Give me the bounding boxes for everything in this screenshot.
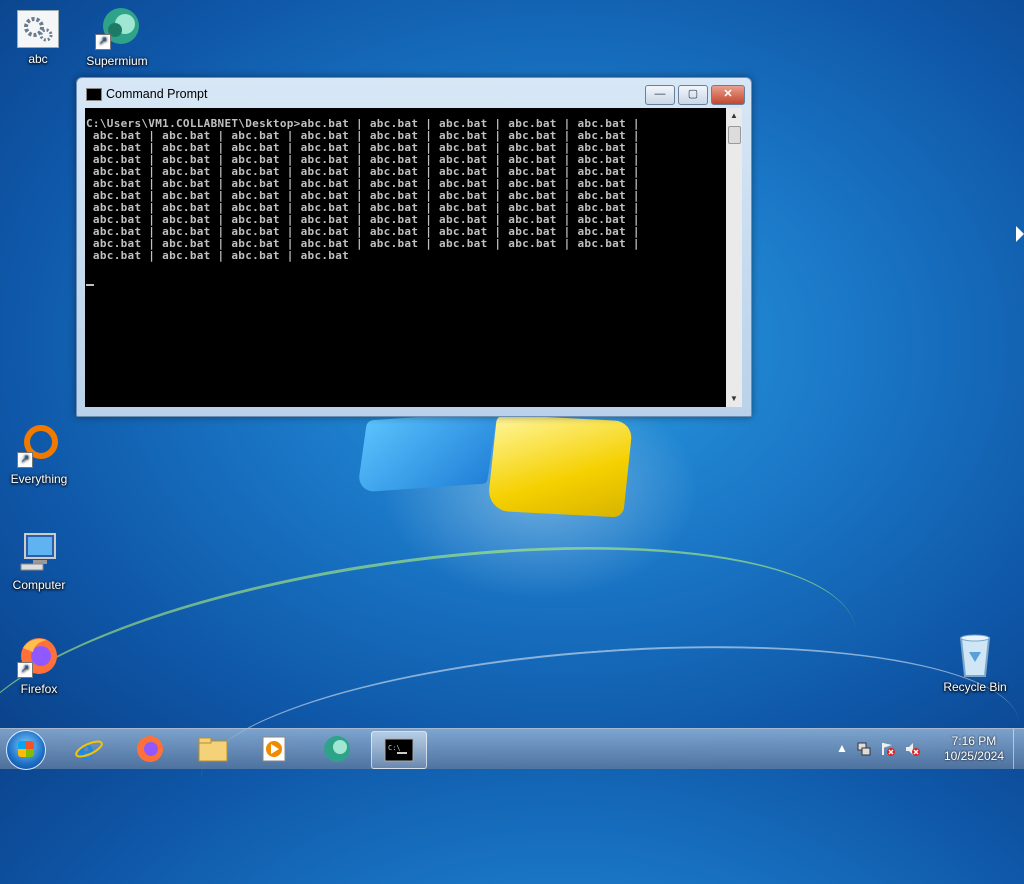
console-output[interactable]: C:\Users\VM1.COLLABNET\Desktop>abc.bat |… [85,108,726,407]
show-desktop-button[interactable] [1013,729,1024,769]
batch-file-icon [17,10,59,48]
desktop-icon-label: Everything [10,472,68,486]
network-icon[interactable] [856,741,872,757]
scroll-down-arrow-icon[interactable]: ▼ [726,391,742,407]
mouse-pointer-icon [1016,226,1024,242]
computer-icon [17,530,61,574]
minimize-button[interactable]: — [645,85,675,105]
desktop-icon-label: abc [28,52,48,66]
cmd-icon [86,88,102,101]
scroll-up-arrow-icon[interactable]: ▲ [726,108,742,124]
vertical-scrollbar[interactable]: ▲ ▼ [726,108,742,407]
desktop-icon-everything[interactable]: ↗ Everything [1,424,77,486]
firefox-icon [135,735,165,763]
shortcut-arrow-icon: ↗ [17,452,33,468]
console-line: abc.bat | abc.bat | abc.bat | abc.bat [86,249,350,262]
shortcut-arrow-icon: ↗ [95,34,111,50]
cmd-icon: C:\ [384,736,414,764]
desktop-icon-computer[interactable]: Computer [1,530,77,592]
text-cursor [86,284,94,286]
window-title: Command Prompt [106,87,208,101]
supermium-icon [322,735,352,763]
system-tray: ▲ 7:16 PM 10/25/2024 [834,729,1024,769]
action-center-icon[interactable] [880,741,896,757]
command-prompt-window[interactable]: Command Prompt — ▢ ✕ C:\Users\VM1.COLLAB… [76,77,752,417]
desktop-icon-supermium[interactable]: ↗ Supermium [79,6,155,68]
desktop-icon-firefox[interactable]: ↗ Firefox [1,634,77,696]
taskbar-item-media-player[interactable] [247,731,301,767]
console-text: C:\Users\VM1.COLLABNET\Desktop>abc.bat |… [85,108,726,286]
supermium-icon: ↗ [95,6,139,50]
desktop-icon-label: Recycle Bin [943,680,1007,694]
wallpaper-logo-blue [356,411,498,493]
taskbar-item-supermium[interactable] [310,731,364,767]
clock-time: 7:16 PM [951,734,997,748]
svg-text:C:\: C:\ [388,744,401,752]
taskbar-item-file-explorer[interactable] [186,731,240,767]
folder-icon [198,735,228,763]
taskbar-clock[interactable]: 7:16 PM 10/25/2024 [944,734,1004,764]
taskbar-item-command-prompt[interactable]: C:\ [371,731,427,769]
start-button[interactable] [6,730,46,770]
taskbar-item-internet-explorer[interactable]: e [62,731,116,767]
volume-muted-icon[interactable] [904,741,920,757]
desktop-icon-label: Firefox [20,682,58,696]
taskbar-item-firefox[interactable] [123,731,177,767]
media-player-icon [259,735,289,763]
firefox-icon: ↗ [17,634,61,678]
desktop-icon-recycle-bin[interactable]: Recycle Bin [937,632,1013,694]
window-titlebar[interactable]: Command Prompt — ▢ ✕ [77,78,751,108]
maximize-button[interactable]: ▢ [678,85,708,105]
shortcut-arrow-icon: ↗ [17,662,33,678]
wallpaper-logo-yellow [486,414,634,518]
clock-date: 10/25/2024 [943,749,1004,763]
internet-explorer-icon: e [74,735,104,766]
desktop-icon-label: Supermium [86,54,148,68]
everything-search-icon: ↗ [17,424,61,468]
recycle-bin-icon [953,632,997,677]
show-hidden-icons-button[interactable]: ▲ [834,741,850,757]
close-button[interactable]: ✕ [711,85,745,105]
scroll-thumb[interactable] [728,126,741,144]
desktop-icon-label: Computer [12,578,66,592]
windows-logo-icon [18,741,34,757]
desktop-icon-abc[interactable]: abc [0,10,76,66]
taskbar: e C:\ ▲ 7:16 PM 10/25/2024 [0,728,1024,770]
